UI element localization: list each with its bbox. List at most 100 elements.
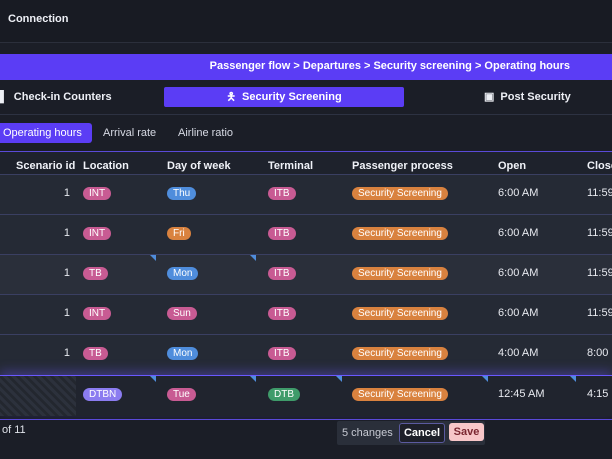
day-cell[interactable]: Sun xyxy=(167,307,197,320)
step-label: Security Screening xyxy=(242,91,342,103)
column-header[interactable]: Day of week xyxy=(167,160,231,172)
process-tag: Security Screening xyxy=(352,307,448,320)
terminal-cell[interactable]: ITB xyxy=(268,187,296,200)
empty-scenario-id-cell xyxy=(0,376,76,416)
table-footer: of 11 5 changes Cancel Save xyxy=(0,420,612,459)
edited-marker xyxy=(336,376,342,382)
process-cell[interactable]: Security Screening xyxy=(352,187,448,200)
scenario-id-cell: 1 xyxy=(63,267,70,279)
location-cell[interactable]: TB xyxy=(83,267,108,280)
edited-marker xyxy=(570,376,576,382)
open-cell[interactable]: 6:00 AM xyxy=(498,307,538,319)
open-cell[interactable]: 6:00 AM xyxy=(498,267,538,279)
day-cell[interactable]: Tue xyxy=(167,388,196,401)
edited-marker xyxy=(250,255,256,261)
process-cell[interactable]: Security Screening xyxy=(352,388,448,401)
process-steps: ▌ Check-in Counters 🯅 Security Screening ▣… xyxy=(0,84,612,112)
step-post-security[interactable]: ▣ Post Security xyxy=(484,87,571,107)
terminal-tag: ITB xyxy=(268,187,296,200)
day-cell[interactable]: Fri xyxy=(167,227,191,240)
pagination-label: of 11 xyxy=(2,424,26,436)
process-tag: Security Screening xyxy=(352,227,448,240)
location-tag: DTBN xyxy=(83,388,123,401)
table-row[interactable]: 1 INT Thu ITB Security Screening 6:00 AM… xyxy=(0,174,612,215)
scenario-id-cell: 1 xyxy=(63,307,70,319)
process-tag: Security Screening xyxy=(352,347,448,360)
desk-icon: ▌ xyxy=(0,91,8,103)
tab-airline-ratio[interactable]: Airline ratio xyxy=(178,123,233,143)
day-tag: Mon xyxy=(167,267,199,280)
terminal-cell[interactable]: ITB xyxy=(268,307,296,320)
step-check-in-counters[interactable]: ▌ Check-in Counters xyxy=(0,87,112,107)
cancel-button[interactable]: Cancel xyxy=(399,423,445,443)
table-row[interactable]: 1 INT Fri ITB Security Screening 6:00 AM… xyxy=(0,214,612,255)
close-cell[interactable]: 11:59 xyxy=(587,227,612,239)
edited-marker xyxy=(250,376,256,382)
table-row[interactable]: 1 INT Sun ITB Security Screening 6:00 AM… xyxy=(0,294,612,335)
location-tag: TB xyxy=(83,347,108,360)
open-cell[interactable]: 4:00 AM xyxy=(498,347,538,359)
column-header[interactable]: Passenger process xyxy=(352,160,453,172)
step-label: Check-in Counters xyxy=(13,91,112,103)
location-cell[interactable]: INT xyxy=(83,227,112,240)
edited-marker xyxy=(150,376,156,382)
edited-marker xyxy=(150,255,156,261)
open-cell[interactable]: 6:00 AM xyxy=(498,227,538,239)
tab-arrival-rate[interactable]: Arrival rate xyxy=(103,123,156,143)
terminal-cell[interactable]: ITB xyxy=(268,267,296,280)
column-header[interactable]: Terminal xyxy=(268,160,313,172)
day-cell[interactable]: Mon xyxy=(167,267,199,280)
terminal-cell[interactable]: ITB xyxy=(268,227,296,240)
process-cell[interactable]: Security Screening xyxy=(352,227,448,240)
process-tag: Security Screening xyxy=(352,388,448,401)
location-tag: INT xyxy=(83,227,112,240)
location-cell[interactable]: TB xyxy=(83,347,108,360)
table-row-new[interactable]: DTBN Tue DTB Security Screening 12:45 AM… xyxy=(0,375,612,416)
breadcrumb-bar: Passenger flow > Departures > Security s… xyxy=(0,54,612,80)
column-header[interactable]: Open xyxy=(498,160,526,172)
save-button[interactable]: Save xyxy=(449,423,484,441)
tab-operating-hours[interactable]: Operating hours xyxy=(0,123,92,143)
process-tag: Security Screening xyxy=(352,187,448,200)
location-cell[interactable]: INT xyxy=(83,187,112,200)
scenario-id-cell: 1 xyxy=(63,347,70,359)
terminal-tag: DTB xyxy=(268,388,300,401)
process-cell[interactable]: Security Screening xyxy=(352,307,448,320)
location-tag: INT xyxy=(83,187,112,200)
day-cell[interactable]: Thu xyxy=(167,187,197,200)
process-cell[interactable]: Security Screening xyxy=(352,267,448,280)
location-tag: TB xyxy=(83,267,108,280)
operating-hours-table: Scenario id Location Day of week Termina… xyxy=(0,151,612,420)
terminal-cell[interactable]: ITB xyxy=(268,347,296,360)
step-security-screening[interactable]: 🯅 Security Screening xyxy=(164,87,404,107)
pending-changes-bar: 5 changes Cancel Save xyxy=(337,421,485,445)
close-cell[interactable]: 4:15 xyxy=(587,388,608,400)
window-header: Connection xyxy=(0,0,612,43)
day-tag: Thu xyxy=(167,187,197,200)
terminal-tag: ITB xyxy=(268,267,296,280)
person-icon: 🯅 xyxy=(226,91,237,103)
day-tag: Fri xyxy=(167,227,191,240)
process-cell[interactable]: Security Screening xyxy=(352,347,448,360)
location-cell[interactable]: DTBN xyxy=(83,388,123,401)
location-cell[interactable]: INT xyxy=(83,307,112,320)
day-tag: Mon xyxy=(167,347,199,360)
close-cell[interactable]: 8:00 xyxy=(587,347,608,359)
terminal-cell[interactable]: DTB xyxy=(268,388,300,401)
breadcrumb: Passenger flow > Departures > Security s… xyxy=(209,60,570,72)
edited-marker xyxy=(482,376,488,382)
day-cell[interactable]: Mon xyxy=(167,347,199,360)
table-row[interactable]: 1 TB Mon ITB Security Screening 4:00 AM … xyxy=(0,334,612,375)
column-header[interactable]: Location xyxy=(83,160,129,172)
column-header[interactable]: Scenario id xyxy=(16,160,75,172)
open-cell[interactable]: 12:45 AM xyxy=(498,388,544,400)
bag-icon: ▣ xyxy=(484,91,495,103)
open-cell[interactable]: 6:00 AM xyxy=(498,187,538,199)
day-tag: Tue xyxy=(167,388,196,401)
close-cell[interactable]: 11:59 xyxy=(587,187,612,199)
column-header[interactable]: Close xyxy=(587,160,612,172)
table-row[interactable]: 1 TB Mon ITB Security Screening 6:00 AM … xyxy=(0,254,612,295)
close-cell[interactable]: 11:59 xyxy=(587,307,612,319)
app-title: Connection xyxy=(8,13,69,25)
close-cell[interactable]: 11:59 xyxy=(587,267,612,279)
